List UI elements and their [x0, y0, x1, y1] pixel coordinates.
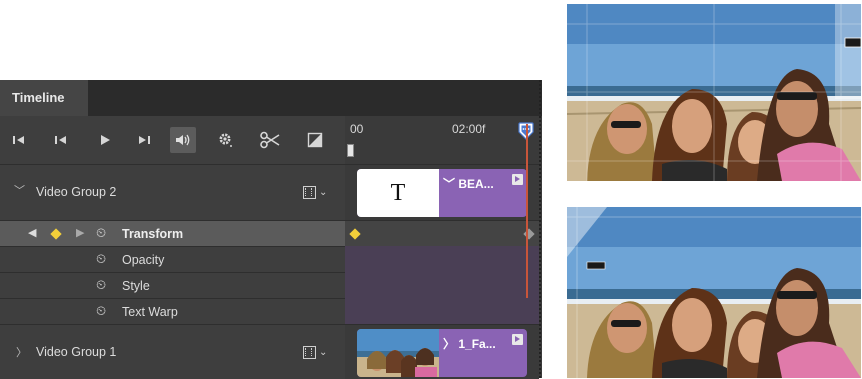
layer-name: Video Group 2 [36, 185, 117, 199]
canvas-preview-end [567, 207, 861, 378]
timeline-panel: Timeline 00 02:00f ﹀ Video Group 2 ⌄ T ﹀… [0, 80, 542, 379]
time-ruler[interactable]: 00 02:00f [345, 116, 539, 164]
previous-frame-button[interactable] [48, 127, 74, 153]
stopwatch-icon[interactable]: ⏲ [96, 225, 106, 241]
disclosure-icon[interactable]: ﹀ [14, 182, 25, 198]
video-clip[interactable]: 〉 1_Fa... [357, 329, 527, 377]
tab-timeline[interactable]: Timeline [0, 80, 88, 116]
layer-name: Video Group 1 [36, 345, 117, 359]
preview-photo [567, 4, 861, 181]
next-keyframe-icon[interactable]: ▶ [76, 226, 84, 239]
transport-controls [0, 116, 345, 164]
audio-icon [176, 134, 190, 146]
go-to-first-frame-button[interactable] [6, 127, 32, 153]
track-video-group-2: T ﹀ BEA... [345, 164, 539, 221]
settings-button[interactable] [213, 127, 239, 153]
keyframe-marker[interactable] [349, 228, 361, 240]
layer-row-video-group-1[interactable]: 〉 Video Group 1 ⌄ [0, 324, 345, 379]
property-name: Transform [122, 227, 184, 241]
filmstrip-icon[interactable] [303, 186, 316, 199]
clip-title-text: BEA... [458, 177, 494, 191]
clip-title: 〉 1_Fa... [443, 337, 496, 351]
clip-thumbnail [357, 329, 439, 377]
transition-button[interactable] [302, 127, 328, 153]
clip-end-arrow-icon[interactable] [512, 334, 523, 345]
ruler-time-label: 02:00f [452, 122, 486, 136]
play-button[interactable] [92, 127, 118, 153]
clip-end-arrow-icon[interactable] [512, 174, 523, 185]
playhead-line[interactable] [526, 124, 528, 298]
clip-title-text: 1_Fa... [458, 337, 496, 351]
ruler-start-label: 00 [350, 122, 364, 136]
split-icon [260, 131, 280, 149]
text-clip[interactable]: T ﹀ BEA... [357, 169, 527, 217]
property-row-opacity[interactable]: ⏲ Opacity [0, 246, 345, 273]
property-tracks [345, 246, 539, 324]
panel-edge [539, 80, 541, 378]
go-to-first-frame-icon [13, 136, 24, 144]
stopwatch-icon[interactable]: ⏲ [96, 251, 106, 267]
preview-photo [567, 207, 861, 378]
stopwatch-icon[interactable]: ⏲ [96, 303, 106, 319]
split-button[interactable] [257, 127, 283, 153]
layer-row-video-group-2[interactable]: ﹀ Video Group 2 ⌄ [0, 164, 345, 221]
disclosure-icon[interactable]: 〉 [16, 344, 27, 360]
stopwatch-icon[interactable]: ⏲ [96, 277, 106, 293]
clip-thumbnail: T [357, 169, 439, 217]
next-frame-button[interactable] [131, 127, 157, 153]
chevron-down-icon[interactable]: ⌄ [319, 347, 327, 358]
audio-button[interactable] [170, 127, 196, 153]
property-name: Text Warp [122, 305, 178, 319]
track-transform [345, 220, 539, 247]
chevron-down-icon[interactable]: ⌄ [319, 187, 327, 198]
property-row-text-warp[interactable]: ⏲ Text Warp [0, 298, 345, 325]
track-video-group-1: 〉 1_Fa... [345, 324, 539, 379]
transition-icon [307, 132, 323, 148]
clip-title: ﹀ BEA... [443, 177, 494, 191]
property-row-transform[interactable]: ◀ ▶ ⏲ Transform [0, 220, 345, 247]
work-area-start-handle[interactable] [347, 144, 354, 157]
canvas-preview-start [567, 4, 861, 181]
filmstrip-icon[interactable] [303, 346, 316, 359]
property-name: Style [122, 279, 150, 293]
panel-tab-strip: Timeline [0, 80, 542, 116]
previous-keyframe-icon[interactable]: ◀ [28, 226, 36, 239]
settings-icon [219, 133, 232, 147]
add-keyframe-icon[interactable] [50, 228, 62, 240]
next-frame-icon [139, 136, 150, 144]
play-icon [101, 135, 110, 145]
property-row-style[interactable]: ⏲ Style [0, 272, 345, 299]
previous-frame-icon [55, 136, 66, 144]
property-name: Opacity [122, 253, 165, 267]
